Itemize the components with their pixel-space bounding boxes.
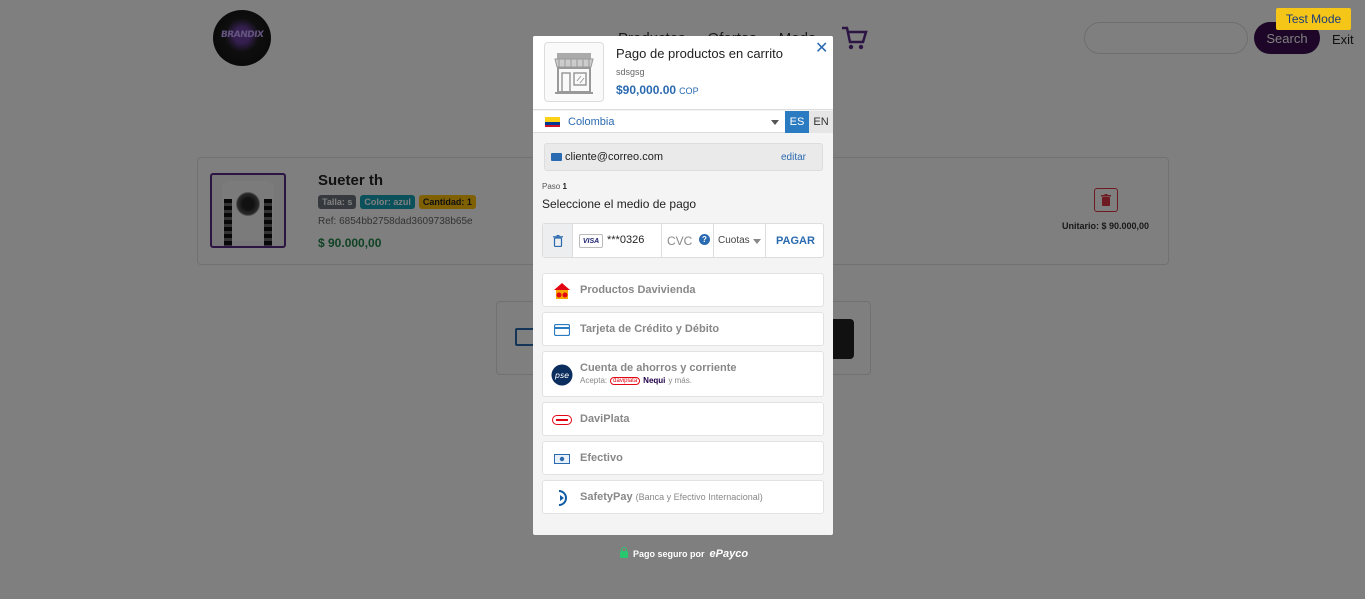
cash-icon: [552, 449, 572, 469]
method-label: Tarjeta de Crédito y Débito: [580, 323, 720, 335]
installments-value: Cuotas: [718, 235, 750, 246]
customer-email: cliente@correo.com: [565, 151, 663, 163]
method-daviplata[interactable]: DaviPlata: [542, 402, 824, 436]
edit-email-link[interactable]: editar: [781, 152, 806, 163]
credit-card-icon: [552, 320, 572, 340]
method-credit-card[interactable]: Tarjeta de Crédito y Débito: [542, 312, 824, 346]
method-label: Efectivo: [580, 452, 623, 464]
nequi-logo: Nequi: [643, 376, 666, 385]
modal-header: Pago de productos en carrito sdsgsg $90,…: [533, 36, 833, 110]
modal-title: Pago de productos en carrito: [616, 46, 783, 61]
method-label: Productos Davivienda: [580, 284, 696, 296]
chevron-down-icon[interactable]: [771, 120, 779, 125]
method-safetypay[interactable]: SafetyPay (Banca y Efectivo Internaciona…: [542, 480, 824, 514]
modal-subtitle: sdsgsg: [616, 67, 645, 77]
remove-card-button[interactable]: [543, 224, 573, 257]
step-number: 1: [562, 182, 567, 191]
lock-icon: [620, 546, 628, 558]
amount-currency: COP: [679, 86, 699, 96]
method-label: SafetyPay (Banca y Efectivo Internaciona…: [580, 491, 763, 503]
country-language-row: Colombia ES EN: [533, 111, 833, 133]
step-prefix: Paso: [542, 182, 561, 191]
saved-card-row: VISA ***0326 CVC ? Cuotas PAGAR: [542, 223, 824, 258]
method-label: Cuenta de ahorros y corriente: [580, 362, 737, 374]
payment-modal: Pago de productos en carrito sdsgsg $90,…: [533, 36, 833, 535]
method-davivienda[interactable]: Productos Davivienda: [542, 273, 824, 307]
amount-value: $90,000.00: [616, 83, 677, 97]
help-icon[interactable]: ?: [699, 234, 710, 245]
visa-icon: VISA: [579, 234, 603, 248]
accepts-prefix: Acepta:: [580, 376, 608, 385]
language-en-button[interactable]: EN: [809, 111, 833, 133]
step-title: Seleccione el medio de pago: [542, 197, 697, 211]
test-mode-badge: Test Mode: [1276, 8, 1351, 30]
method-pse[interactable]: pse Cuenta de ahorros y corriente Acepta…: [542, 351, 824, 397]
safetypay-icon: [552, 488, 572, 508]
cvc-placeholder: CVC: [667, 234, 693, 248]
secure-payment-footer: Pago seguro por ePayco: [620, 546, 749, 560]
method-cash[interactable]: Efectivo: [542, 441, 824, 475]
email-row: cliente@correo.com editar: [544, 143, 823, 171]
cvc-field[interactable]: CVC ?: [661, 224, 713, 257]
close-icon[interactable]: ✕: [815, 38, 828, 58]
colombia-flag-icon: [545, 117, 560, 127]
envelope-icon: [551, 153, 562, 161]
country-select[interactable]: Colombia: [568, 116, 614, 128]
svg-text:pse: pse: [554, 371, 569, 380]
daviplata-logo: daviplata: [610, 376, 641, 385]
installments-select[interactable]: Cuotas: [713, 224, 765, 257]
chevron-down-icon: [753, 239, 761, 244]
footer-text: Pago seguro por: [633, 549, 705, 559]
payment-amount: $90,000.00 COP: [616, 83, 699, 97]
accepted-brands: Acepta: daviplata Nequi y más.: [580, 376, 692, 385]
pay-button[interactable]: PAGAR: [765, 224, 825, 257]
method-note: (Banca y Efectivo Internacional): [635, 492, 763, 502]
davivienda-house-icon: [552, 281, 572, 301]
storefront-icon: [544, 42, 604, 102]
daviplata-icon: [552, 410, 572, 430]
epayco-logo: ePayco: [709, 548, 749, 560]
step-label: Paso 1: [542, 182, 567, 191]
method-label-text: SafetyPay: [580, 491, 633, 503]
method-label: DaviPlata: [580, 413, 630, 425]
trash-icon: [552, 234, 563, 247]
masked-card-number: ***0326: [607, 234, 645, 246]
pse-icon: pse: [551, 364, 573, 386]
language-es-button[interactable]: ES: [785, 111, 809, 133]
accepts-suffix: y más.: [668, 376, 692, 385]
